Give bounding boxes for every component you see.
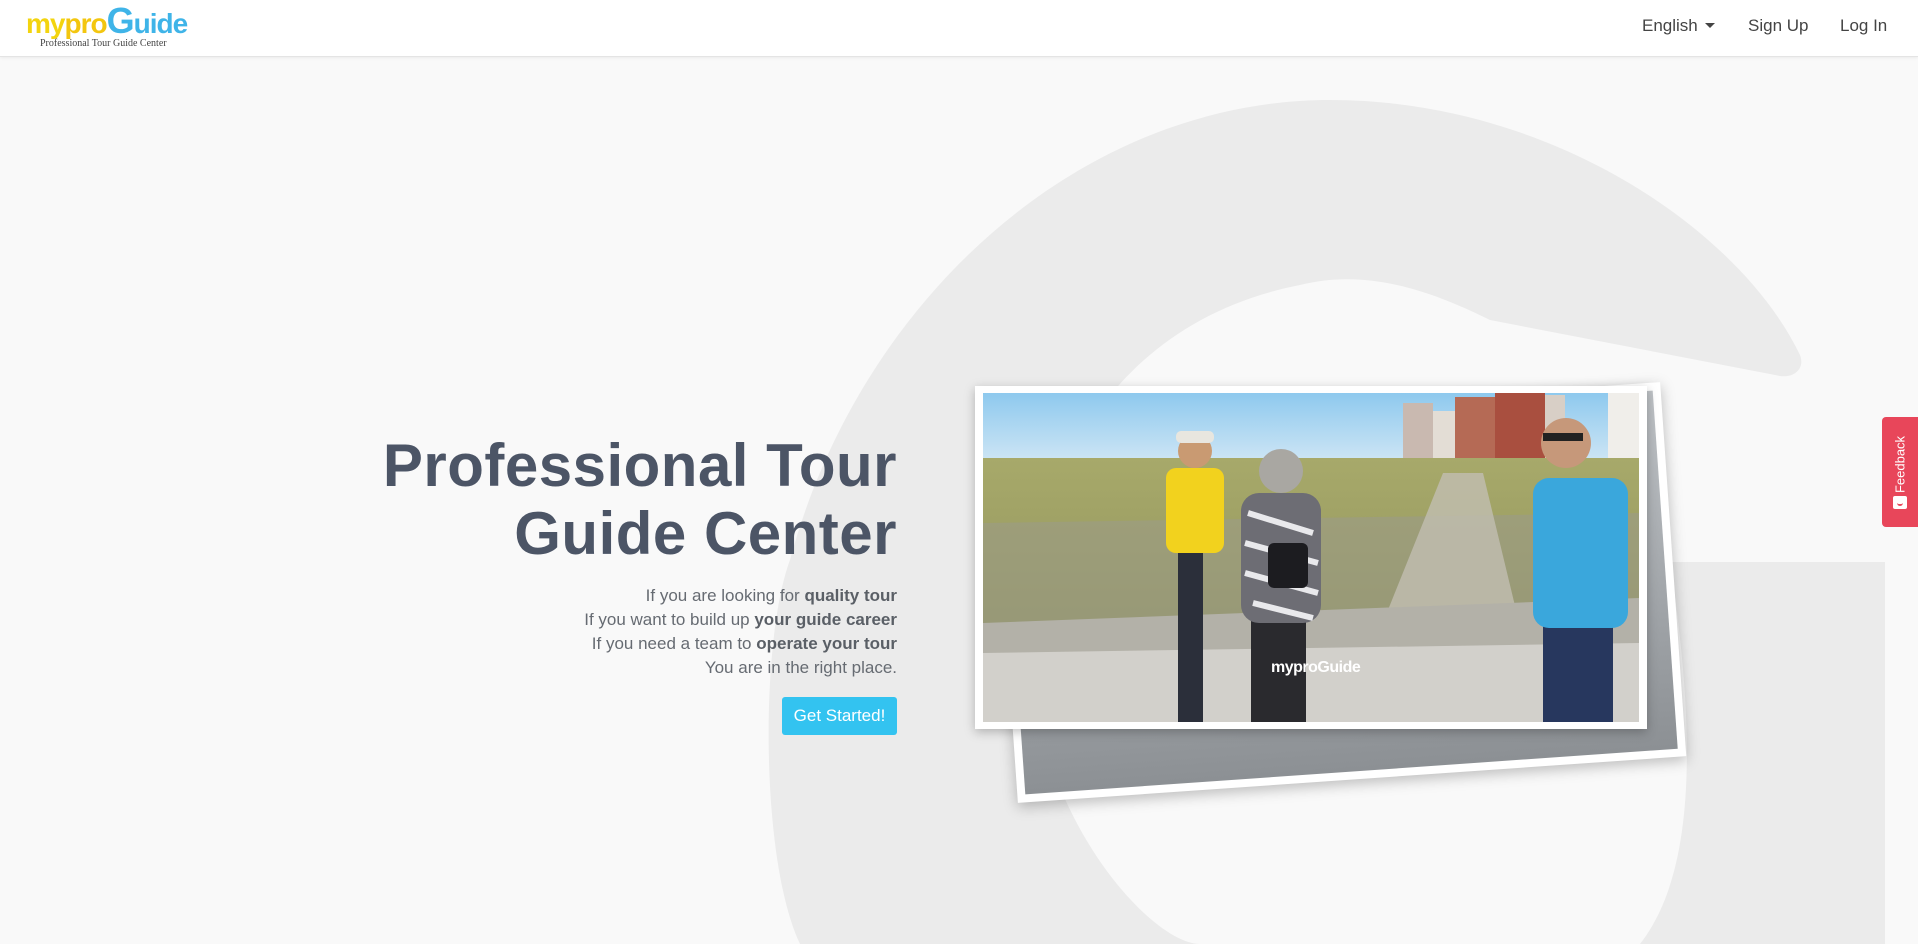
chat-smile-icon	[1893, 496, 1907, 509]
hero-line-emphasis: operate your tour	[756, 634, 897, 653]
logo-uide: uide	[133, 8, 189, 39]
top-navbar: myproGuide Professional Tour Guide Cente…	[0, 0, 1918, 57]
caret-down-icon	[1704, 23, 1715, 28]
hero-line-text: You are in the right place.	[704, 658, 897, 677]
logo-g: G	[106, 0, 135, 41]
hero-line-emphasis: your guide career	[754, 610, 897, 629]
hero-title: Professional Tour Guide Center	[197, 432, 897, 568]
hero-tagline-lines: If you are looking for quality tour If y…	[297, 584, 897, 680]
hero-line: If you are looking for quality tour	[297, 584, 897, 608]
hero-line-text: If you want to build up	[584, 610, 755, 629]
watermark-text: mypro	[1271, 659, 1318, 676]
login-link[interactable]: Log In	[1840, 16, 1887, 36]
signup-link[interactable]: Sign Up	[1748, 16, 1808, 36]
hero-line-emphasis: quality tour	[804, 586, 897, 605]
tour-photo-card: myproGuide	[975, 386, 1647, 729]
myproguide-logo[interactable]: myproGuide Professional Tour Guide Cente…	[26, 2, 189, 52]
hero-title-line-1: Professional Tour	[382, 432, 897, 499]
logo-wordmark: myproGuide	[26, 3, 189, 41]
hero-line: You are in the right place.	[297, 656, 897, 680]
hero-line: If you need a team to operate your tour	[297, 632, 897, 656]
hero-title-line-2: Guide Center	[514, 500, 897, 567]
photo-watermark: myproGuide	[1271, 659, 1361, 677]
hero-line-text: If you are looking for	[645, 586, 805, 605]
get-started-button[interactable]: Get Started!	[782, 697, 897, 735]
hero-line-text: If you need a team to	[591, 634, 757, 653]
feedback-label: Feedback	[1892, 435, 1908, 494]
watermark-text-end: uide	[1329, 659, 1361, 676]
logo-my: my	[26, 8, 65, 39]
language-label: English	[1642, 16, 1698, 35]
logo-tagline: Professional Tour Guide Center	[40, 38, 167, 49]
feedback-tab[interactable]: Feedback	[1882, 417, 1918, 527]
language-dropdown[interactable]: English	[1642, 16, 1715, 36]
logo-pro: pro	[64, 8, 107, 39]
hero-line: If you want to build up your guide caree…	[297, 608, 897, 632]
watermark-g: G	[1317, 659, 1330, 676]
